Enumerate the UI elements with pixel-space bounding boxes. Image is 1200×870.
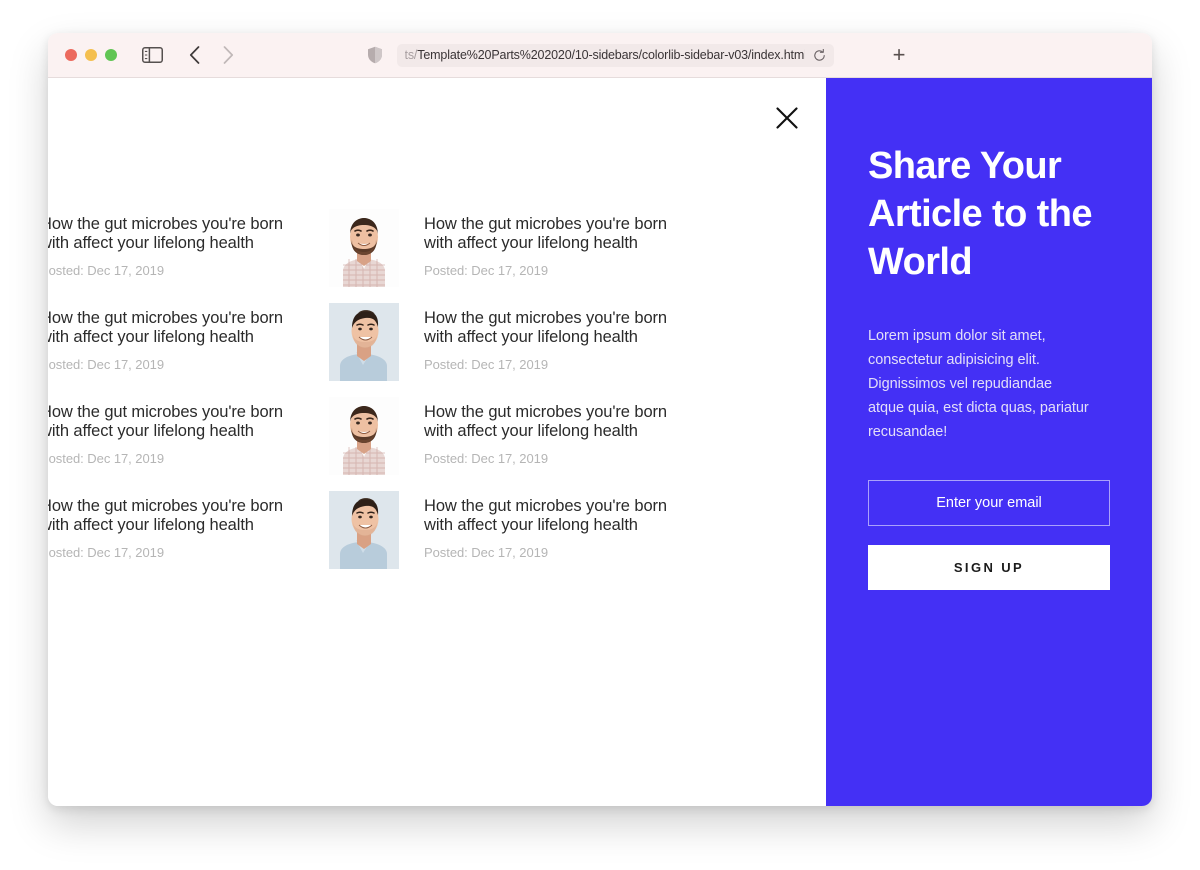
close-x-icon[interactable] bbox=[772, 103, 802, 133]
list-item[interactable]: How the gut microbes you're born with af… bbox=[329, 397, 674, 475]
signup-button[interactable]: SIGN UP bbox=[868, 545, 1110, 590]
article-thumbnail bbox=[329, 397, 399, 475]
article-thumbnail bbox=[329, 303, 399, 381]
article-text: How the gut microbes you're born with af… bbox=[48, 491, 290, 560]
share-sidebar-panel: Share Your Article to the World Lorem ip… bbox=[826, 78, 1152, 806]
chevron-right-icon[interactable] bbox=[215, 42, 241, 68]
minimize-window-button[interactable] bbox=[85, 49, 97, 61]
sidebar-panel-icon[interactable] bbox=[141, 47, 163, 64]
sidebar-paragraph: Lorem ipsum dolor sit amet, consectetur … bbox=[868, 328, 1089, 440]
browser-toolbar: ts/Template%20Parts%202020/10-sidebars/c… bbox=[48, 33, 1152, 78]
list-item[interactable]: How the gut microbes you're born with af… bbox=[48, 303, 845, 397]
maximize-window-button[interactable] bbox=[105, 49, 117, 61]
page-viewport: How the gut microbes you're born with af… bbox=[48, 78, 1152, 806]
article-date: Posted: Dec 17, 2019 bbox=[424, 545, 549, 560]
article-date: Posted: Dec 17, 2019 bbox=[48, 545, 165, 560]
traffic-light-group bbox=[65, 49, 117, 61]
shield-icon[interactable] bbox=[367, 46, 383, 64]
article-date: Posted: Dec 17, 2019 bbox=[48, 357, 165, 372]
article-text: How the gut microbes you're born with af… bbox=[424, 397, 674, 475]
list-item[interactable]: How the gut microbes you're born with af… bbox=[48, 491, 845, 585]
article-title[interactable]: How the gut microbes you're born with af… bbox=[424, 215, 674, 253]
article-text: How the gut microbes you're born with af… bbox=[48, 303, 290, 372]
list-item[interactable]: How the gut microbes you're born with af… bbox=[48, 397, 845, 491]
list-item[interactable]: How the gut microbes you're born with af… bbox=[329, 491, 674, 569]
article-text: How the gut microbes you're born with af… bbox=[48, 209, 290, 278]
article-title[interactable]: How the gut microbes you're born with af… bbox=[48, 309, 290, 347]
sidebar-heading: Share Your Article to the World bbox=[868, 145, 1092, 283]
article-date: Posted: Dec 17, 2019 bbox=[48, 451, 165, 466]
article-date: Posted: Dec 17, 2019 bbox=[48, 263, 165, 278]
article-title[interactable]: How the gut microbes you're born with af… bbox=[48, 497, 290, 535]
article-date: Posted: Dec 17, 2019 bbox=[424, 451, 549, 466]
article-title[interactable]: How the gut microbes you're born with af… bbox=[48, 215, 290, 253]
article-title[interactable]: How the gut microbes you're born with af… bbox=[424, 309, 674, 347]
article-list: How the gut microbes you're born with af… bbox=[48, 209, 845, 585]
list-item[interactable]: How the gut microbes you're born with af… bbox=[329, 303, 674, 381]
article-text: How the gut microbes you're born with af… bbox=[48, 397, 290, 466]
article-thumbnail bbox=[329, 209, 399, 287]
browser-window: ts/Template%20Parts%202020/10-sidebars/c… bbox=[48, 33, 1152, 806]
article-title[interactable]: How the gut microbes you're born with af… bbox=[424, 403, 674, 441]
url-bar[interactable]: ts/Template%20Parts%202020/10-sidebars/c… bbox=[396, 43, 834, 67]
list-item[interactable]: How the gut microbes you're born with af… bbox=[329, 209, 674, 287]
article-title[interactable]: How the gut microbes you're born with af… bbox=[48, 403, 290, 441]
article-text: How the gut microbes you're born with af… bbox=[424, 209, 674, 287]
list-item[interactable]: How the gut microbes you're born with af… bbox=[48, 209, 845, 303]
chevron-left-icon[interactable] bbox=[181, 42, 207, 68]
email-field[interactable] bbox=[868, 480, 1110, 526]
article-text: How the gut microbes you're born with af… bbox=[424, 303, 674, 381]
reload-icon[interactable] bbox=[813, 48, 826, 62]
close-window-button[interactable] bbox=[65, 49, 77, 61]
article-date: Posted: Dec 17, 2019 bbox=[424, 263, 549, 278]
url-text: ts/Template%20Parts%202020/10-sidebars/c… bbox=[404, 48, 805, 62]
new-tab-button[interactable]: + bbox=[888, 44, 910, 66]
address-bar-area: ts/Template%20Parts%202020/10-sidebars/c… bbox=[48, 43, 1152, 67]
article-thumbnail bbox=[329, 491, 399, 569]
article-title[interactable]: How the gut microbes you're born with af… bbox=[424, 497, 674, 535]
article-date: Posted: Dec 17, 2019 bbox=[424, 357, 549, 372]
article-text: How the gut microbes you're born with af… bbox=[424, 491, 674, 569]
